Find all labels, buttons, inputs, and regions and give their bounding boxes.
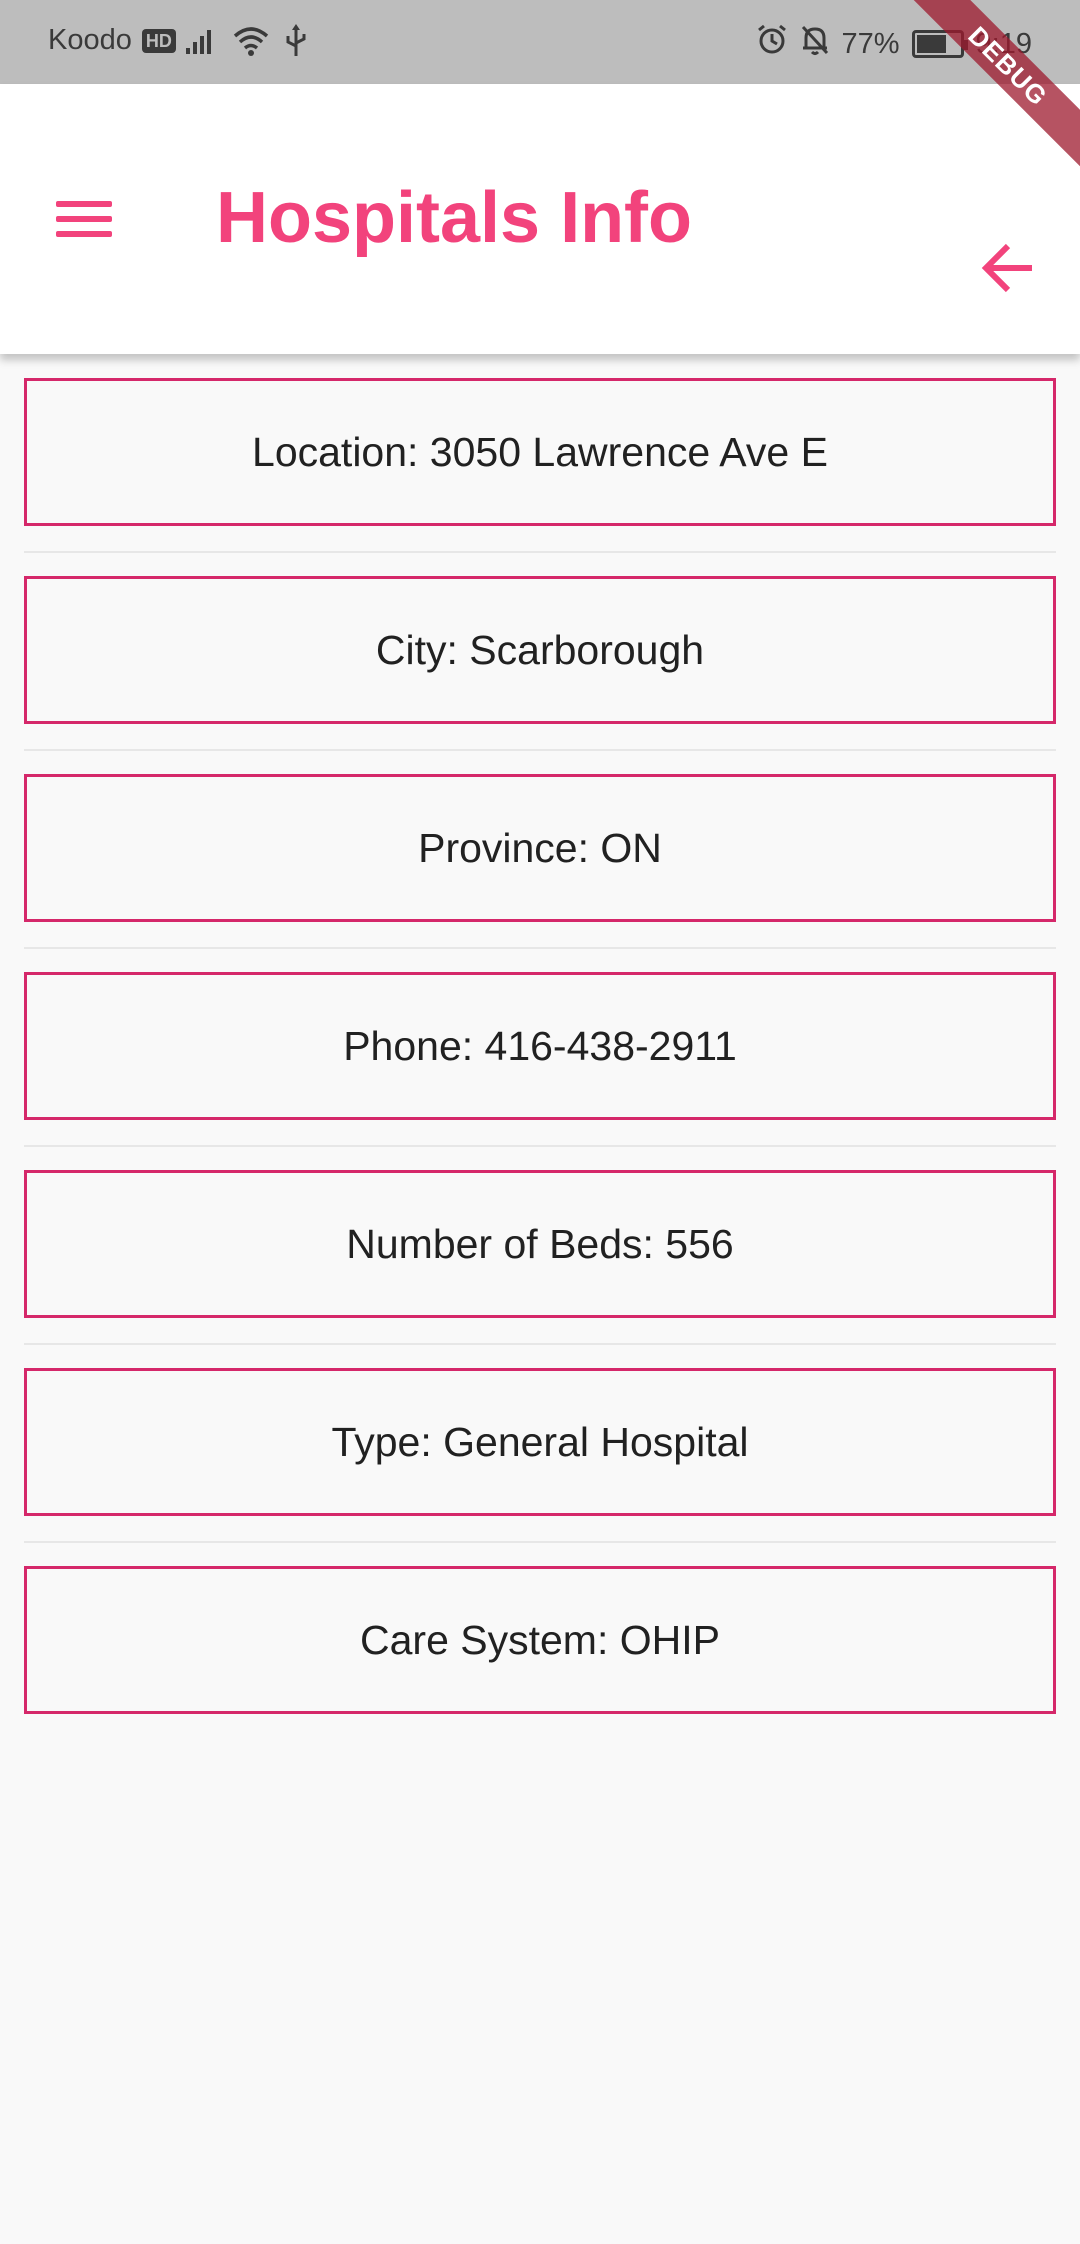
info-card-location[interactable]: Location: 3050 Lawrence Ave E [24,378,1056,526]
status-left: Koodo HD [48,24,176,57]
info-text: Type: General Hospital [331,1418,749,1465]
list-item: Care System: OHIP [0,1542,1080,1740]
info-card-beds[interactable]: Number of Beds: 556 [24,1170,1056,1318]
debug-banner-label: DEBUG [894,0,1080,180]
list-item: Phone: 416-438-2911 [0,948,1080,1147]
usb-icon [284,24,308,66]
arrow-back-icon [980,242,1036,299]
signal-icon [184,26,218,64]
menu-icon [56,201,124,237]
info-card-care-system[interactable]: Care System: OHIP [24,1566,1056,1714]
info-card-type[interactable]: Type: General Hospital [24,1368,1056,1516]
info-card-phone[interactable]: Phone: 416-438-2911 [24,972,1056,1120]
menu-button[interactable] [44,184,124,254]
hospital-info-list: Location: 3050 Lawrence Ave E City: Scar… [0,354,1080,1740]
status-icons-left [184,24,308,66]
alarm-icon [756,24,788,64]
info-text: Location: 3050 Lawrence Ave E [252,428,828,475]
back-button[interactable] [976,238,1040,302]
notifications-off-icon [800,24,830,64]
info-text: Number of Beds: 556 [346,1220,734,1267]
list-item: City: Scarborough [0,552,1080,751]
list-item: Province: ON [0,750,1080,949]
carrier-name: Koodo [48,24,132,56]
menu-icon-line [56,216,112,222]
info-card-city[interactable]: City: Scarborough [24,576,1056,724]
debug-banner: DEBUG [880,0,1080,200]
info-text: Care System: OHIP [360,1616,720,1663]
list-item: Type: General Hospital [0,1344,1080,1543]
info-text: City: Scarborough [375,626,705,673]
list-item: Number of Beds: 556 [0,1146,1080,1345]
page-title: Hospitals Info [216,178,693,258]
hd-badge: HD [141,28,176,53]
menu-icon-line [56,231,112,237]
menu-icon-line [56,201,112,207]
info-text: Phone: 416-438-2911 [343,1022,737,1069]
info-card-province[interactable]: Province: ON [24,774,1056,922]
list-item: Location: 3050 Lawrence Ave E [0,354,1080,553]
wifi-icon [232,25,270,65]
info-text: Province: ON [418,824,662,871]
